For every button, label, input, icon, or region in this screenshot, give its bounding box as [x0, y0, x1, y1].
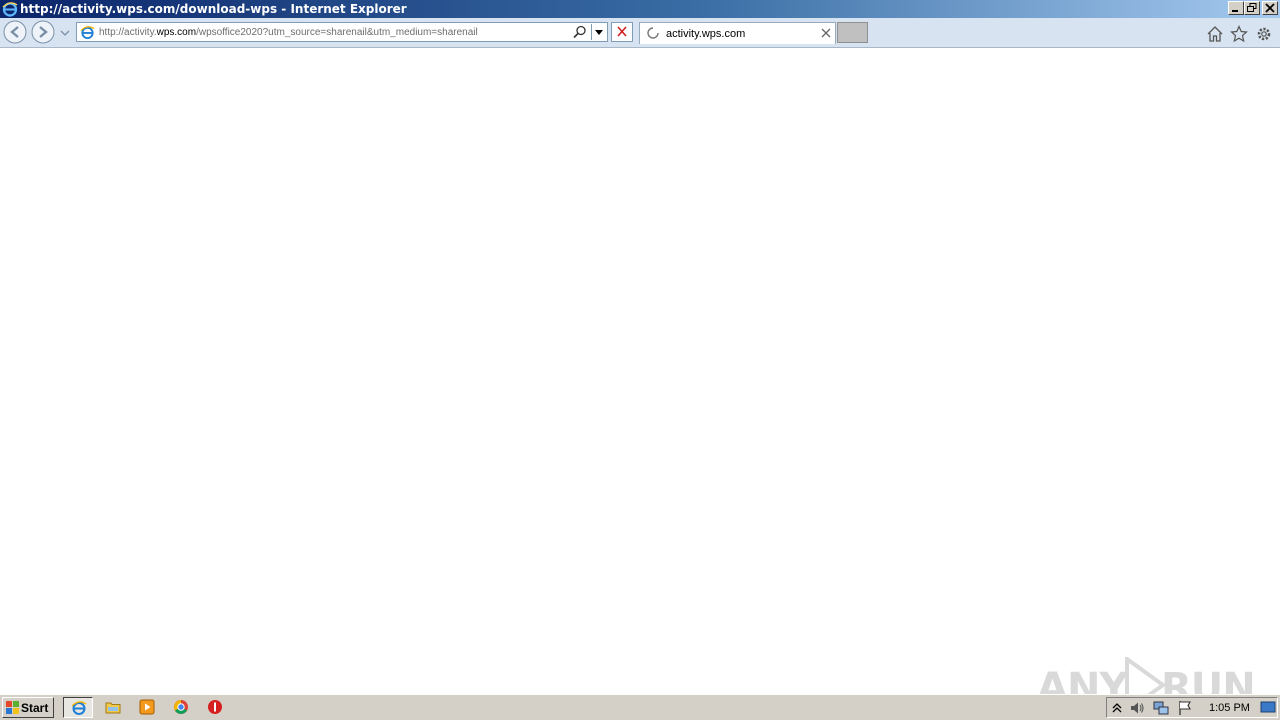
speaker-icon[interactable]: [1129, 700, 1145, 716]
action-center-flag-icon[interactable]: [1177, 700, 1193, 716]
tab-activity-wps[interactable]: activity.wps.com: [639, 22, 836, 44]
minimize-button[interactable]: [1228, 1, 1244, 15]
media-player-icon: [139, 699, 155, 715]
new-tab-button[interactable]: [837, 22, 868, 43]
restore-icon: [1247, 3, 1257, 12]
ie-page-icon: [80, 26, 95, 40]
tab-title: activity.wps.com: [666, 28, 746, 40]
internet-explorer-icon: [71, 701, 87, 715]
favorites-star-icon[interactable]: [1230, 25, 1248, 43]
show-desktop-button[interactable]: [1260, 699, 1276, 715]
address-url[interactable]: http://activity.wps.com/wpsoffice2020?ut…: [99, 27, 478, 38]
history-dropdown-icon[interactable]: [60, 30, 70, 36]
back-button[interactable]: [3, 20, 27, 44]
tab-close-icon[interactable]: [821, 28, 831, 38]
ie-logo-icon: [2, 2, 18, 17]
red-stop-icon: [208, 700, 222, 714]
home-icon[interactable]: [1206, 25, 1224, 43]
chrome-icon: [174, 700, 188, 714]
gear-icon[interactable]: [1255, 25, 1273, 43]
close-window-button[interactable]: [1262, 1, 1278, 15]
taskbar-file-explorer[interactable]: [98, 697, 128, 718]
taskbar-internet-explorer[interactable]: [63, 697, 93, 718]
close-icon: [1265, 3, 1275, 13]
taskbar-media-player[interactable]: [132, 697, 162, 718]
taskbar: Start 1:05 PM: [0, 694, 1280, 720]
navigation-toolbar: http://activity.wps.com/wpsoffice2020?ut…: [0, 18, 1280, 48]
taskbar-stop-app[interactable]: [200, 697, 230, 718]
window-title: http://activity.wps.com/download-wps - I…: [20, 2, 407, 16]
network-icon[interactable]: [1153, 700, 1169, 716]
address-bar[interactable]: http://activity.wps.com/wpsoffice2020?ut…: [76, 22, 608, 42]
stop-button[interactable]: [611, 22, 633, 42]
folder-icon: [105, 702, 121, 714]
taskbar-chrome[interactable]: [166, 697, 196, 718]
taskbar-clock[interactable]: 1:05 PM: [1209, 702, 1250, 714]
search-icon[interactable]: [573, 25, 587, 39]
forward-button[interactable]: [31, 20, 55, 44]
system-tray: 1:05 PM: [1106, 697, 1278, 718]
page-content[interactable]: ANY RUN: [0, 48, 1280, 713]
desktop-icon: [1260, 701, 1276, 713]
title-bar: http://activity.wps.com/download-wps - I…: [0, 0, 1280, 18]
address-dropdown[interactable]: [591, 24, 606, 40]
stop-icon: [617, 26, 627, 37]
minimize-icon: [1232, 10, 1238, 12]
restore-button[interactable]: [1244, 1, 1260, 15]
start-button[interactable]: Start: [2, 697, 54, 718]
show-hidden-icons-icon[interactable]: [1109, 700, 1125, 716]
windows-logo-icon: [6, 701, 19, 714]
chevron-down-icon: [595, 30, 603, 35]
loading-spinner-icon: [647, 27, 659, 39]
